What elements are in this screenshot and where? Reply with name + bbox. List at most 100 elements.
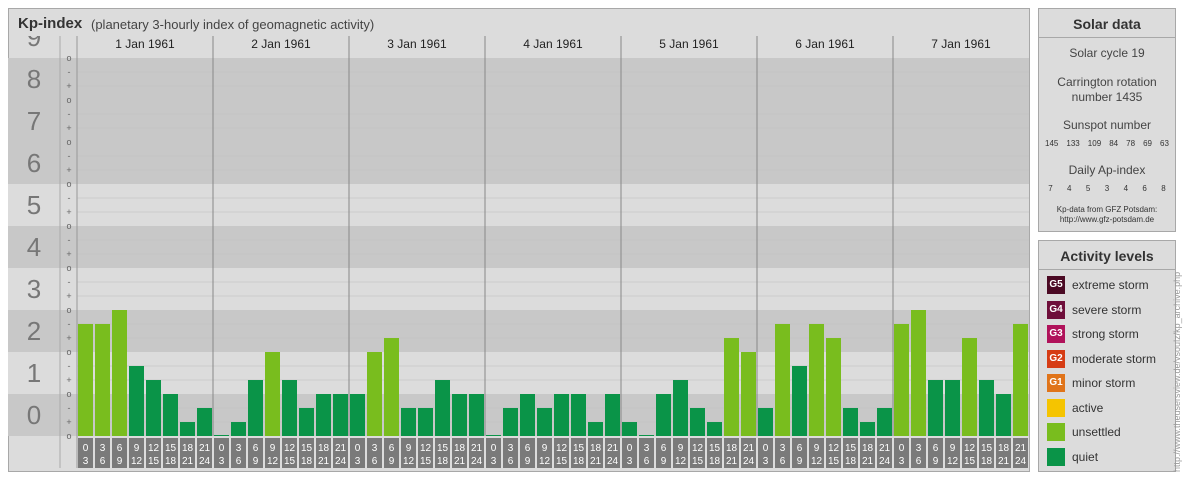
time-start-label: 0	[355, 443, 361, 454]
legend-swatch	[1047, 423, 1065, 441]
time-end-label: 6	[372, 456, 378, 467]
time-end-label: 15	[964, 456, 976, 467]
kp-bar	[605, 394, 620, 436]
time-end-label: 12	[539, 456, 551, 467]
kp-bar	[384, 338, 399, 436]
time-end-label: 24	[335, 456, 347, 467]
solar-cycle: Solar cycle 19	[1069, 46, 1145, 60]
minor-tick-mark: o	[66, 95, 71, 105]
ap-value: 4	[1067, 184, 1072, 193]
kp-bar	[537, 407, 552, 436]
time-end-label: 21	[726, 456, 738, 467]
y-band	[8, 226, 1029, 268]
legend-item: active	[1047, 398, 1104, 417]
kp-bar	[622, 422, 637, 436]
time-end-label: 18	[165, 456, 177, 467]
legend-label: moderate storm	[1072, 351, 1157, 366]
day-label: 2 Jan 1961	[251, 37, 311, 51]
time-start-label: 18	[998, 443, 1010, 454]
kp-bar	[401, 407, 416, 436]
time-start-label: 21	[607, 443, 619, 454]
kp-bar	[214, 435, 229, 436]
legend-item: G1 minor storm	[1047, 374, 1135, 392]
sunspot-value: 145	[1045, 139, 1059, 148]
time-start-label: 3	[100, 443, 106, 454]
kp-bar	[707, 422, 722, 436]
y-tick-label: 9	[27, 36, 41, 52]
legend-label: active	[1072, 400, 1104, 415]
credit-url[interactable]: http://www.gfz-potsdam.de	[1039, 215, 1175, 225]
kp-bar	[996, 394, 1011, 436]
ap-index-values: 7 4 5 3 4 6 8	[1041, 184, 1173, 193]
kp-bar	[486, 435, 501, 436]
kp-bar	[690, 407, 705, 436]
time-end-label: 9	[117, 456, 123, 467]
time-start-label: 18	[454, 443, 466, 454]
y-tick-label: 2	[27, 316, 41, 346]
minor-tick-mark: +	[66, 249, 71, 259]
chart-title: Kp-index	[18, 15, 83, 32]
minor-tick-mark: +	[66, 333, 71, 343]
kp-bar	[95, 323, 110, 436]
kp-bar	[945, 380, 960, 436]
time-end-label: 18	[845, 456, 857, 467]
minor-tick-mark: o	[66, 347, 71, 357]
sunspot-value: 78	[1126, 139, 1136, 148]
time-start-label: 15	[981, 443, 993, 454]
ap-value: 5	[1085, 184, 1091, 193]
time-end-label: 3	[491, 456, 497, 467]
carrington-rotation-label: Carrington rotation	[1057, 75, 1157, 89]
time-end-label: 9	[253, 456, 259, 467]
time-end-label: 3	[899, 456, 905, 467]
time-end-label: 18	[709, 456, 721, 467]
kp-bar	[146, 380, 161, 436]
kp-bar	[163, 394, 178, 436]
legend-item: G3 strong storm	[1047, 325, 1139, 343]
time-end-label: 15	[284, 456, 296, 467]
day-label: 3 Jan 1961	[387, 37, 447, 51]
kp-bar	[894, 323, 909, 436]
kp-bar	[367, 352, 382, 436]
day-label: 6 Jan 1961	[795, 37, 855, 51]
sunspot-value: 133	[1066, 139, 1080, 148]
minor-tick-mark: o	[66, 263, 71, 273]
carrington-rotation-number: number 1435	[1071, 90, 1143, 104]
y-tick-label: 8	[27, 64, 41, 94]
time-end-label: 24	[607, 456, 619, 467]
legend-label: quiet	[1072, 449, 1099, 464]
time-start-label: 12	[556, 443, 568, 454]
minor-tick-mark: -	[68, 277, 71, 287]
time-end-label: 21	[454, 456, 466, 467]
kp-bar	[112, 310, 127, 436]
activity-levels-panel: Activity levels G5 extreme storm G4 severe …	[1038, 240, 1176, 472]
time-end-label: 6	[916, 456, 922, 467]
minor-tick-mark: +	[66, 375, 71, 385]
time-start-label: 12	[692, 443, 704, 454]
solar-data-panel: Solar data Solar cycle 19 Carrington rot…	[1038, 8, 1176, 232]
time-end-label: 15	[420, 456, 432, 467]
time-end-label: 21	[998, 456, 1010, 467]
kp-bar	[469, 394, 484, 436]
y-band	[8, 142, 1029, 184]
time-end-label: 9	[933, 456, 939, 467]
legend-item: G2 moderate storm	[1047, 349, 1157, 368]
kp-bar	[962, 338, 977, 436]
time-end-label: 24	[199, 456, 211, 467]
time-start-label: 9	[950, 443, 956, 454]
minor-tick-mark: +	[66, 165, 71, 175]
y-tick-label: 3	[27, 274, 41, 304]
time-start-label: 21	[471, 443, 483, 454]
minor-tick-mark: +	[66, 417, 71, 427]
day-label: 4 Jan 1961	[523, 37, 583, 51]
time-start-label: 15	[845, 443, 857, 454]
minor-tick-mark: +	[66, 81, 71, 91]
kp-bar	[860, 422, 875, 436]
ap-value: 4	[1123, 184, 1129, 193]
time-start-label: 9	[406, 443, 412, 454]
minor-tick-mark: +	[66, 291, 71, 301]
legend-label: unsettled	[1072, 425, 1121, 439]
time-start-label: 9	[270, 443, 276, 454]
kp-bar	[979, 380, 994, 436]
legend-swatch: G4	[1047, 300, 1065, 319]
time-start-label: 18	[182, 443, 194, 454]
